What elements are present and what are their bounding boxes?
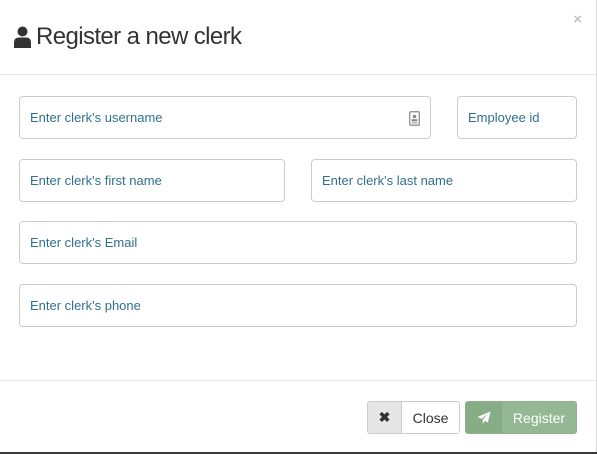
modal-title-text: Register a new clerk	[36, 23, 242, 50]
user-icon	[14, 26, 31, 48]
modal-footer: ✖ Close Register	[0, 380, 597, 454]
register-button-label: Register	[512, 409, 566, 426]
email-input[interactable]	[20, 222, 576, 263]
paper-plane-icon	[466, 402, 502, 433]
register-button[interactable]: Register	[465, 401, 577, 434]
email-field[interactable]	[19, 221, 577, 264]
modal-title: Register a new clerk	[14, 22, 242, 52]
phone-field[interactable]	[19, 284, 577, 327]
first-name-field[interactable]	[19, 159, 285, 202]
username-field[interactable]	[19, 96, 431, 139]
last-name-field[interactable]	[311, 159, 577, 202]
employee-id-input[interactable]	[458, 97, 576, 138]
close-button-label: Close	[412, 409, 449, 426]
close-button[interactable]: ✖ Close	[367, 401, 460, 434]
last-name-input[interactable]	[312, 160, 576, 201]
register-clerk-modal: Register a new clerk × ✖ Close	[0, 0, 597, 454]
modal-header: Register a new clerk ×	[0, 0, 597, 75]
employee-id-field[interactable]	[457, 96, 577, 139]
first-name-input[interactable]	[20, 160, 284, 201]
username-input[interactable]	[20, 97, 430, 138]
close-x-icon: ✖	[368, 402, 402, 433]
close-icon[interactable]: ×	[573, 11, 582, 29]
phone-input[interactable]	[20, 285, 576, 326]
id-card-icon	[409, 111, 420, 126]
